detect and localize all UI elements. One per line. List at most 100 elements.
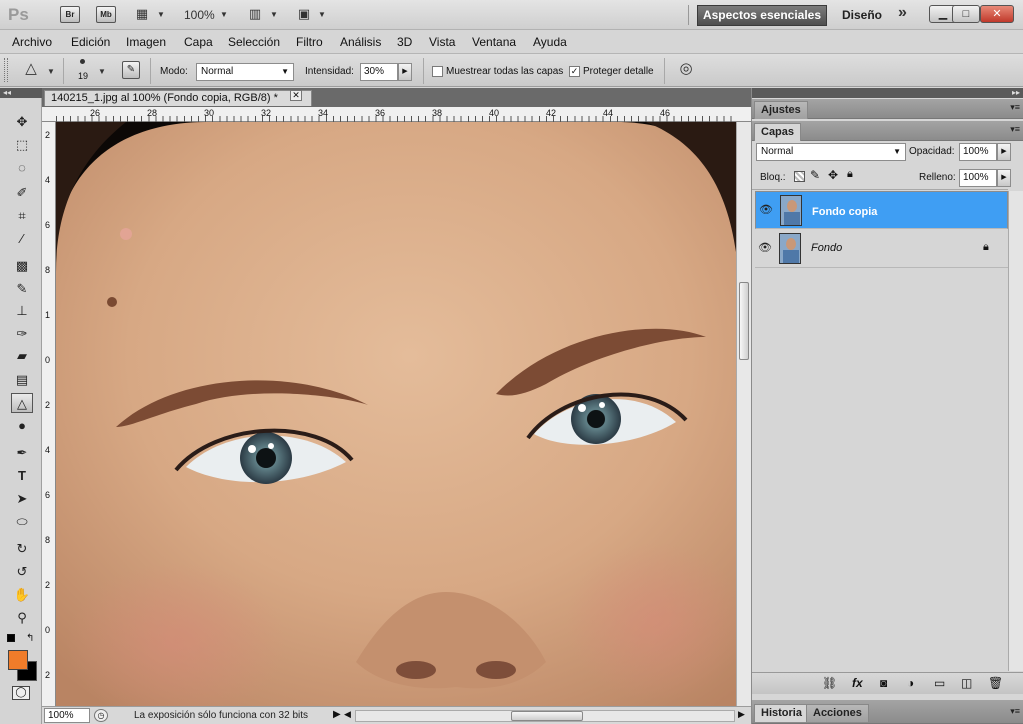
menu-analisis[interactable]: Análisis — [340, 35, 381, 49]
vertical-scrollbar[interactable] — [736, 122, 751, 706]
scroll-thumb[interactable] — [739, 282, 749, 360]
chevron-down-icon[interactable]: ▼ — [157, 10, 165, 19]
new-layer-icon[interactable]: ◫ — [961, 676, 972, 690]
default-colors-icon[interactable] — [7, 634, 15, 642]
layer-name[interactable]: Fondo — [811, 242, 842, 254]
tab-actions[interactable]: Acciones — [806, 704, 869, 722]
brush-panel-icon[interactable]: ✎ — [122, 61, 140, 79]
gradient-tool-icon[interactable]: ▤ — [11, 370, 33, 390]
screen-mode-icon[interactable]: ▣ — [292, 5, 316, 23]
tab-history[interactable]: Historia — [754, 704, 809, 722]
blend-mode-select[interactable]: Normal ▼ — [756, 143, 906, 161]
brush-preview-icon[interactable] — [80, 59, 85, 64]
vertical-ruler[interactable]: 2 4 6 8 1 0 2 4 6 8 2 0 2 — [42, 122, 56, 706]
visibility-eye-icon[interactable]: 👁︎ — [757, 240, 773, 256]
chevron-down-icon[interactable]: ▼ — [47, 67, 55, 76]
horizontal-scrollbar[interactable] — [355, 710, 735, 722]
sharpen-tool-icon[interactable]: △ — [20, 60, 42, 78]
history-brush-tool-icon[interactable]: ✑ — [11, 324, 33, 344]
panel-menu-icon[interactable]: ▾≡ — [1010, 102, 1020, 113]
view-extras-icon[interactable]: ▦ — [130, 5, 154, 23]
pen-tool-icon[interactable]: ✒ — [11, 443, 33, 463]
tab-adjustments[interactable]: Ajustes — [754, 101, 808, 119]
menu-archivo[interactable]: Archivo — [12, 35, 52, 49]
canvas-photo[interactable] — [56, 122, 736, 706]
zoom-level[interactable]: 100% — [184, 8, 215, 22]
eyedropper-tool-icon[interactable]: ⁄ — [11, 229, 33, 249]
quick-mask-icon[interactable]: ◯ — [12, 686, 30, 700]
more-workspaces-icon[interactable]: » — [898, 4, 907, 22]
scroll-right-icon[interactable]: ▶ — [738, 709, 745, 720]
menu-filtro[interactable]: Filtro — [296, 35, 323, 49]
menu-3d[interactable]: 3D — [397, 35, 412, 49]
crop-tool-icon[interactable]: ⌗ — [11, 206, 33, 226]
bridge-button[interactable]: Br — [60, 6, 80, 23]
hand-tool-icon[interactable]: ✋ — [11, 585, 33, 605]
lock-all-icon[interactable]: 🔒︎ — [847, 168, 853, 181]
layer-name[interactable]: Fondo copia — [812, 204, 877, 220]
menu-edicion[interactable]: Edición — [71, 35, 110, 49]
panel-menu-icon[interactable]: ▾≡ — [1010, 124, 1020, 135]
chevron-down-icon[interactable]: ▼ — [98, 67, 106, 76]
new-group-icon[interactable]: ▭ — [934, 676, 945, 690]
chevron-down-icon[interactable]: ▼ — [318, 10, 326, 19]
intensity-input[interactable]: 30% — [360, 63, 398, 81]
layer-style-icon[interactable]: fx — [852, 676, 863, 690]
scroll-left-icon[interactable]: ◀ — [344, 709, 351, 720]
menu-seleccion[interactable]: Selección — [228, 35, 280, 49]
status-menu-arrow-icon[interactable]: ▶ — [333, 709, 341, 720]
mode-select[interactable]: Normal ▼ — [196, 63, 294, 81]
ellipse-tool-icon[interactable]: ⬭ — [11, 512, 33, 532]
layers-scrollbar[interactable] — [1008, 191, 1023, 671]
foreground-color-swatch[interactable] — [8, 650, 28, 670]
opacity-input[interactable]: 100% — [959, 143, 997, 161]
menu-capa[interactable]: Capa — [184, 35, 213, 49]
lock-position-icon[interactable]: ✥ — [828, 168, 838, 182]
3d-rotate-tool-icon[interactable]: ↻ — [11, 539, 33, 559]
workspace-essentials-button[interactable]: Aspectos esenciales — [697, 5, 827, 26]
opacity-slider-button[interactable]: ▶ — [997, 143, 1011, 161]
chevron-down-icon[interactable]: ▼ — [270, 10, 278, 19]
grip-handle[interactable] — [4, 58, 8, 82]
document-tab[interactable]: 140215_1.jpg al 100% (Fondo copia, RGB/8… — [44, 90, 312, 106]
menu-imagen[interactable]: Imagen — [126, 35, 166, 49]
sample-all-layers-checkbox[interactable] — [432, 66, 443, 77]
dock-header[interactable]: ▸▸ — [752, 88, 1023, 98]
layer-row-fondo[interactable]: 👁︎ Fondo 🔒︎ — [755, 230, 1008, 268]
horizontal-ruler[interactable]: 26 28 30 32 34 36 38 40 42 44 46 — [42, 107, 751, 122]
tab-layers[interactable]: Capas — [754, 123, 802, 141]
fill-slider-button[interactable]: ▶ — [997, 169, 1011, 187]
lasso-tool-icon[interactable]: ◌ — [11, 158, 33, 178]
menu-ayuda[interactable]: Ayuda — [533, 35, 567, 49]
eraser-tool-icon[interactable]: ▰ — [11, 346, 33, 366]
visibility-eye-icon[interactable]: 👁︎ — [758, 202, 774, 218]
lock-pixels-icon[interactable]: ✎ — [810, 168, 820, 182]
mini-bridge-button[interactable]: Mb — [96, 6, 116, 23]
brush-tool-icon[interactable]: ✎ — [11, 279, 33, 299]
dodge-tool-icon[interactable]: ● — [11, 416, 33, 436]
status-info-icon[interactable]: ◷ — [94, 709, 108, 722]
3d-orbit-tool-icon[interactable]: ↺ — [11, 562, 33, 582]
intensity-slider-button[interactable]: ▶ — [398, 63, 412, 81]
move-tool-icon[interactable]: ✥ — [11, 112, 33, 132]
sharpen-tool-icon[interactable]: △ — [11, 393, 33, 413]
close-button[interactable]: ✕ — [980, 5, 1014, 23]
pressure-icon[interactable]: ◎ — [676, 60, 696, 78]
delete-layer-icon[interactable]: 🗑︎ — [988, 676, 1003, 690]
toolbox-header[interactable]: ◂◂ — [0, 88, 42, 98]
zoom-tool-icon[interactable]: ⚲ — [11, 608, 33, 628]
status-zoom-input[interactable]: 100% — [44, 708, 90, 723]
menu-vista[interactable]: Vista — [429, 35, 455, 49]
arrange-documents-icon[interactable]: ▥ — [243, 5, 267, 23]
marquee-tool-icon[interactable]: ⬚ — [11, 135, 33, 155]
menu-ventana[interactable]: Ventana — [472, 35, 516, 49]
workspace-design-button[interactable]: Diseño — [842, 8, 882, 22]
swap-colors-icon[interactable]: ↰ — [26, 633, 34, 644]
fill-input[interactable]: 100% — [959, 169, 997, 187]
layer-mask-icon[interactable]: ◙ — [880, 676, 887, 690]
healing-brush-tool-icon[interactable]: ▩ — [11, 256, 33, 276]
link-layers-icon[interactable]: ⛓︎ — [822, 676, 837, 690]
panel-menu-icon[interactable]: ▾≡ — [1010, 706, 1020, 717]
scroll-thumb[interactable] — [511, 711, 583, 721]
path-selection-tool-icon[interactable]: ➤ — [11, 489, 33, 509]
